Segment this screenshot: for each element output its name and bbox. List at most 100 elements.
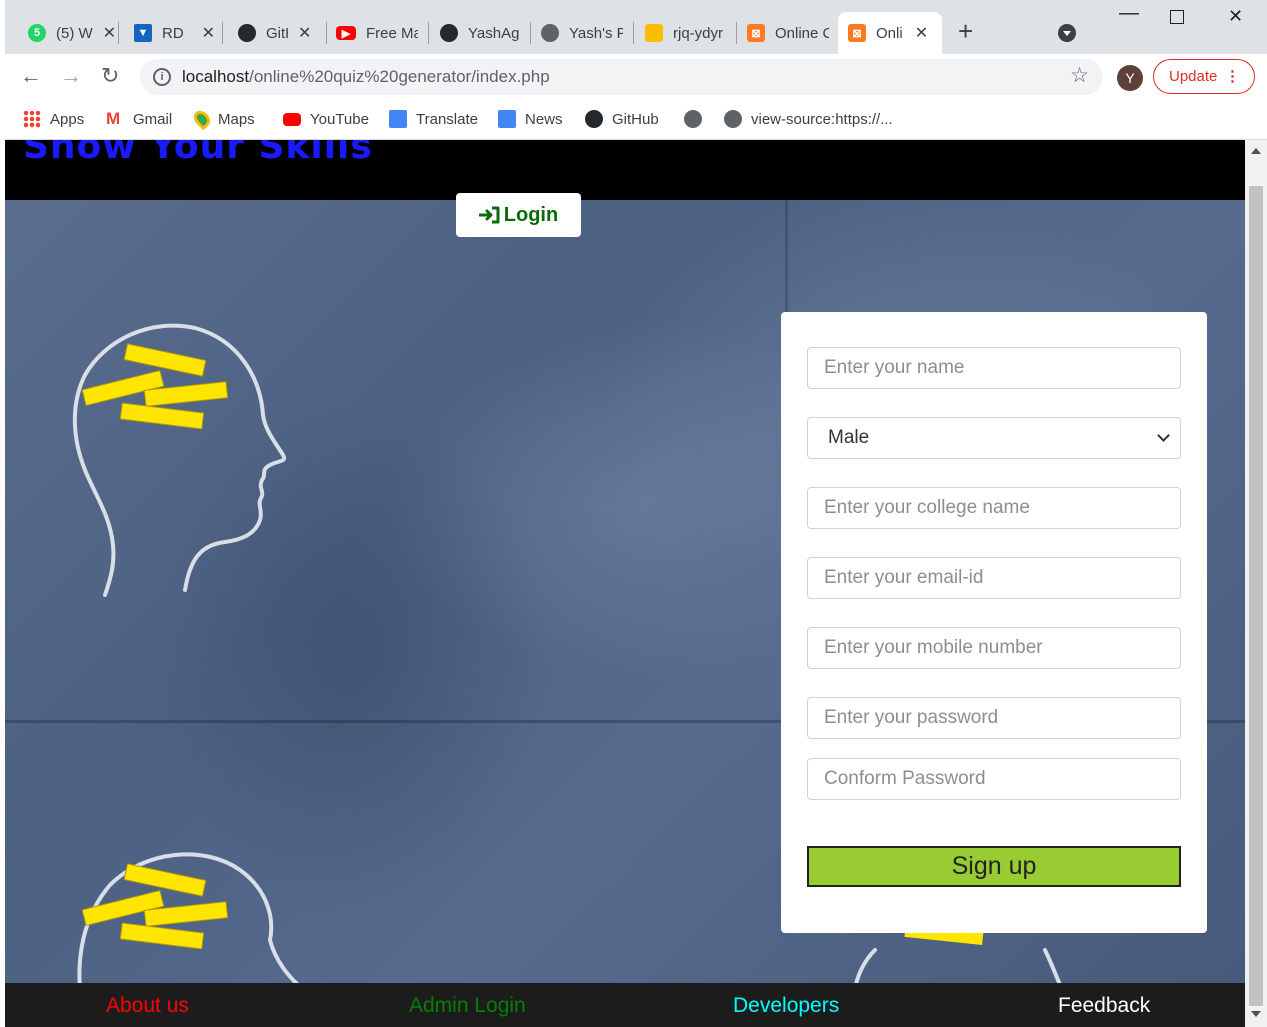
bookmark-label: YouTube [310, 110, 369, 128]
globe-icon [684, 110, 702, 128]
new-tab-icon[interactable]: + [958, 17, 973, 45]
address-bar[interactable]: i localhost/online%20quiz%20generator/in… [140, 59, 1103, 95]
footer-link-developers[interactable]: Developers [733, 994, 839, 1018]
tab-title: Online C [775, 24, 829, 42]
maximize-icon[interactable] [1170, 10, 1184, 24]
browser-tab[interactable]: ⊠ Online C [747, 12, 829, 54]
forward-icon[interactable]: → [60, 62, 82, 90]
tab-title: GitHub [266, 24, 288, 42]
update-label: Update [1169, 68, 1218, 85]
bookmark-apps[interactable]: Apps [23, 107, 84, 131]
gmail-icon: M [106, 109, 121, 128]
site-brand: Show Your Skills [23, 140, 373, 167]
bookmark-view-source[interactable]: view-source:https://... [724, 107, 893, 131]
apps-grid-icon [23, 110, 41, 128]
profile-avatar[interactable]: Y [1117, 65, 1143, 91]
name-input[interactable] [807, 347, 1181, 389]
sign-in-icon [478, 206, 500, 224]
tab-title: rjq-ydyr [673, 24, 724, 42]
close-tab-icon[interactable]: ✕ [298, 23, 311, 43]
whatsapp-icon: 5 [28, 24, 46, 42]
footer-link-admin-login[interactable]: Admin Login [409, 994, 526, 1018]
close-tab-icon[interactable]: ✕ [915, 23, 928, 43]
site-footer: About us Admin Login Developers Feedback [5, 983, 1245, 1027]
scroll-up-icon[interactable] [1251, 148, 1261, 154]
bookmark-gmail[interactable]: M Gmail [106, 107, 172, 131]
page-scrollbar[interactable] [1245, 140, 1267, 1027]
url-path: /online%20quiz%20generator/index.php [249, 67, 550, 86]
tab-title: RD [162, 24, 184, 42]
bookmark-star-icon[interactable]: ☆ [1070, 63, 1089, 88]
browser-tab[interactable]: YashAg [440, 12, 519, 54]
youtube-icon [283, 112, 301, 126]
close-tab-icon[interactable]: ✕ [103, 23, 116, 43]
tab-search-icon[interactable] [1058, 24, 1076, 42]
bookmark-label: view-source:https://... [751, 110, 893, 128]
browser-tab[interactable]: GitHub ✕ [238, 12, 311, 54]
login-label: Login [503, 203, 559, 226]
bookmark-label: Gmail [133, 110, 173, 128]
bookmark-label: News [525, 110, 563, 128]
gender-selected-value: Male [828, 427, 870, 448]
update-button[interactable]: Update ⋮ [1153, 59, 1255, 94]
xampp-icon: ⊠ [848, 24, 866, 42]
footer-link-about[interactable]: About us [106, 994, 189, 1018]
tab-title: YashAg [468, 24, 520, 42]
bookmark-github[interactable]: GitHub [585, 107, 659, 131]
menu-dots-icon: ⋮ [1225, 68, 1240, 85]
xampp-icon: ⊠ [747, 24, 765, 42]
browser-tab[interactable]: 5 (5) W ✕ [28, 12, 116, 54]
college-input[interactable] [807, 487, 1181, 529]
scroll-down-icon[interactable] [1251, 1011, 1261, 1017]
bookmark-label: Translate [416, 110, 478, 128]
github-icon [585, 110, 603, 128]
reload-icon[interactable]: ↻ [101, 62, 119, 90]
window-close-icon[interactable]: ✕ [1228, 6, 1243, 27]
bookmark-translate[interactable]: Translate [389, 107, 478, 131]
bookmark-youtube[interactable]: YouTube [283, 107, 369, 131]
news-icon [498, 110, 516, 128]
site-header: Show Your Skills [5, 140, 1245, 200]
translate-icon [389, 110, 407, 128]
globe-icon [541, 24, 559, 42]
bookmark-label: Apps [50, 110, 85, 128]
tab-title: Onli [876, 24, 903, 42]
back-icon[interactable]: ← [20, 62, 42, 90]
tab-title: (5) W [56, 24, 93, 42]
browser-tab[interactable]: ▶ Free Ma [336, 12, 418, 54]
bookmarks-bar: Apps M Gmail Maps YouTube Translate News… [0, 100, 1267, 140]
page-viewport: Show Your Skills Login Male Sign up Abou… [5, 140, 1245, 1027]
url-host: localhost [182, 67, 250, 86]
maps-pin-icon [190, 107, 214, 131]
gender-select[interactable]: Male [807, 417, 1181, 459]
browser-tab-strip: 5 (5) W ✕ ▼ RD ✕ GitHub ✕ ▶ Free Ma Yash… [0, 0, 1267, 54]
login-button[interactable]: Login [456, 193, 581, 237]
bookmark-globe[interactable] [684, 107, 711, 131]
bookmark-maps[interactable]: Maps [190, 107, 255, 131]
github-icon [440, 24, 458, 42]
close-tab-icon[interactable]: ✕ [202, 23, 215, 43]
browser-tab[interactable]: ▼ RD ✕ [134, 12, 215, 54]
browser-tab-active[interactable]: ⊠ Onli ✕ [838, 12, 942, 54]
browser-toolbar: ← → ↻ i localhost/online%20quiz%20genera… [0, 54, 1267, 100]
browser-tab[interactable]: rjq-ydyr [645, 12, 723, 54]
brain-head-illustration [72, 323, 287, 597]
tab-title: Yash's P [569, 24, 623, 42]
globe-icon [724, 110, 742, 128]
minimize-icon[interactable]: — [1119, 2, 1139, 25]
youtube-icon: ▶ [336, 26, 356, 40]
password-input[interactable] [807, 697, 1181, 739]
thumb-icon [645, 24, 663, 42]
browser-tab[interactable]: Yash's P [541, 12, 623, 54]
github-icon [238, 24, 256, 42]
tab-title: Free Ma [366, 24, 418, 42]
site-info-icon[interactable]: i [153, 68, 171, 86]
footer-link-feedback[interactable]: Feedback [1058, 994, 1150, 1018]
mobile-input[interactable] [807, 627, 1181, 669]
bookmark-news[interactable]: News [498, 107, 563, 131]
signup-button[interactable]: Sign up [807, 846, 1181, 887]
scrollbar-thumb[interactable] [1249, 186, 1263, 1006]
confirm-password-input[interactable] [807, 758, 1181, 800]
bookmark-label: Maps [218, 110, 255, 128]
email-input[interactable] [807, 557, 1181, 599]
